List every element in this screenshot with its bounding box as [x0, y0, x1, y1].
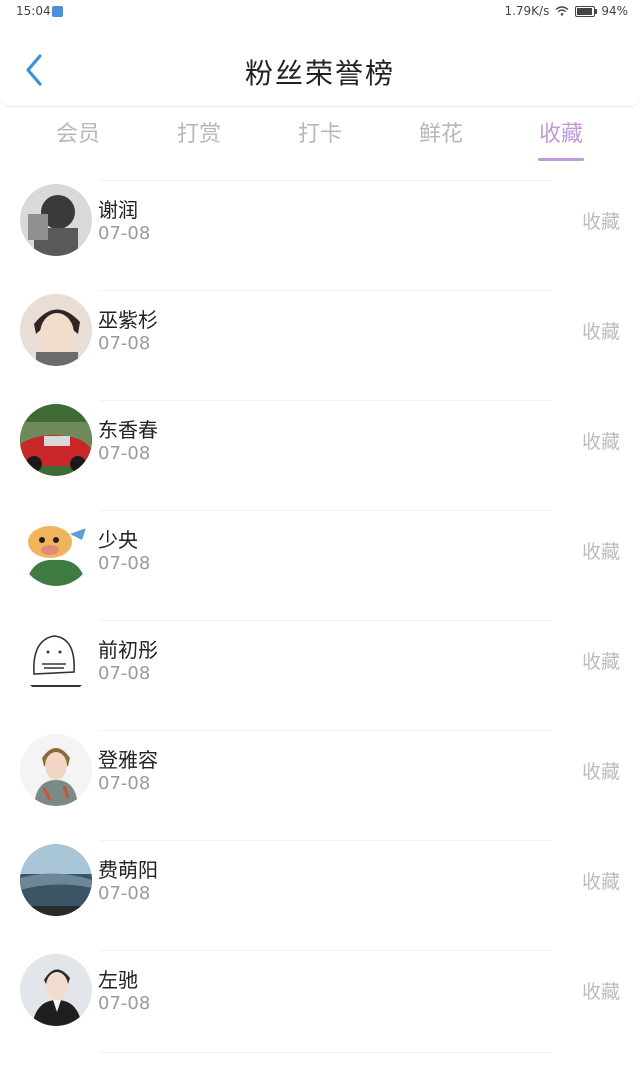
- fan-name: 谢润: [98, 198, 138, 222]
- fan-name: 前初彤: [98, 638, 158, 662]
- tab-member[interactable]: 会员: [18, 116, 138, 148]
- fan-list: 谢润 07-08 收藏 巫紫杉 07-08 收藏 东香春 07-08 收藏 少央…: [0, 166, 640, 1046]
- favorite-label: 收藏: [581, 431, 620, 453]
- wifi-icon: [555, 6, 569, 16]
- tab-checkin[interactable]: 打卡: [260, 116, 380, 148]
- battery-icon: [575, 5, 598, 17]
- favorite-label: 收藏: [581, 651, 620, 673]
- avatar[interactable]: [20, 734, 92, 806]
- avatar[interactable]: [20, 624, 92, 696]
- fan-date: 07-08: [98, 773, 151, 794]
- list-item[interactable]: 巫紫杉 07-08 收藏: [0, 276, 640, 386]
- row-divider: [100, 620, 552, 621]
- status-right: 1.79K/s 94%: [504, 4, 628, 18]
- category-tabs: 会员 打赏 打卡 鲜花 收藏: [0, 106, 640, 166]
- fan-name: 登雅容: [98, 748, 158, 772]
- list-item[interactable]: 前初彤 07-08 收藏: [0, 606, 640, 716]
- row-divider: [100, 400, 552, 401]
- fan-name: 费萌阳: [98, 858, 158, 882]
- avatar[interactable]: [20, 294, 92, 366]
- avatar[interactable]: [20, 954, 92, 1026]
- favorite-label: 收藏: [581, 761, 620, 783]
- status-bar: 15:04 1.79K/s 94%: [0, 0, 640, 24]
- list-item[interactable]: 少央 07-08 收藏: [0, 496, 640, 606]
- fan-name: 东香春: [98, 418, 158, 442]
- fan-date: 07-08: [98, 883, 151, 904]
- tab-favorites[interactable]: 收藏: [501, 116, 621, 148]
- title-bar: 粉丝荣誉榜: [0, 24, 640, 107]
- fan-date: 07-08: [98, 223, 151, 244]
- list-item-partial: [0, 1046, 640, 1067]
- row-divider: [100, 730, 552, 731]
- row-divider: [100, 180, 552, 181]
- fan-name: 左驰: [98, 968, 138, 992]
- avatar[interactable]: [20, 844, 92, 916]
- favorite-label: 收藏: [581, 871, 620, 893]
- favorite-label: 收藏: [581, 981, 620, 1003]
- active-tab-indicator: [538, 158, 584, 161]
- favorite-label: 收藏: [581, 211, 620, 233]
- battery-percent: 94%: [601, 4, 628, 18]
- favorite-label: 收藏: [581, 541, 620, 563]
- tab-flowers[interactable]: 鲜花: [381, 116, 501, 148]
- row-divider: [100, 290, 552, 291]
- app-notification-icon: [52, 6, 63, 17]
- fan-name: 少央: [98, 528, 138, 552]
- row-divider: [100, 1052, 552, 1053]
- list-item[interactable]: 谢润 07-08 收藏: [0, 166, 640, 276]
- fan-date: 07-08: [98, 553, 151, 574]
- list-item[interactable]: 费萌阳 07-08 收藏: [0, 826, 640, 936]
- list-item[interactable]: 东香春 07-08 收藏: [0, 386, 640, 496]
- row-divider: [100, 510, 552, 511]
- row-divider: [100, 840, 552, 841]
- fan-name: 巫紫杉: [98, 308, 158, 332]
- fan-date: 07-08: [98, 663, 151, 684]
- fan-date: 07-08: [98, 993, 151, 1014]
- status-time: 15:04: [16, 4, 51, 18]
- fan-date: 07-08: [98, 443, 151, 464]
- row-divider: [100, 950, 552, 951]
- avatar[interactable]: [20, 184, 92, 256]
- favorite-label: 收藏: [581, 321, 620, 343]
- tab-reward[interactable]: 打赏: [139, 116, 259, 148]
- avatar[interactable]: [20, 514, 92, 586]
- network-speed: 1.79K/s: [504, 4, 550, 18]
- list-item[interactable]: 登雅容 07-08 收藏: [0, 716, 640, 826]
- fan-date: 07-08: [98, 333, 151, 354]
- avatar[interactable]: [20, 404, 92, 476]
- list-item[interactable]: 左驰 07-08 收藏: [0, 936, 640, 1046]
- page-title: 粉丝荣誉榜: [244, 57, 395, 90]
